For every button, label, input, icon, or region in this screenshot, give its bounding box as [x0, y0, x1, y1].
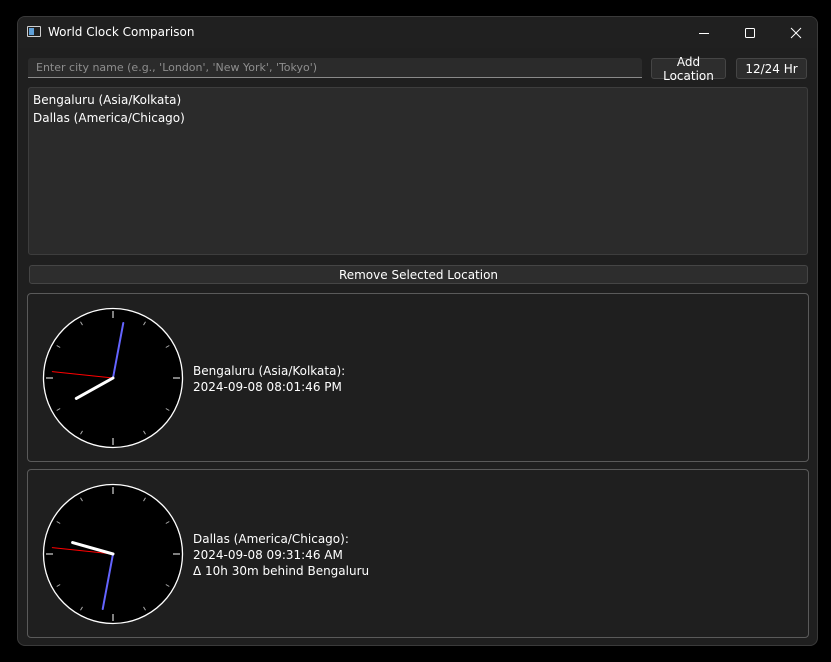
window-title: World Clock Comparison	[48, 25, 195, 39]
clock-datetime: 2024-09-08 09:31:46 AM	[193, 548, 343, 562]
clock-info: Dallas (America/Chicago): 2024-09-08 09:…	[193, 531, 369, 579]
app-window: World Clock Comparison Add Location 12/2…	[17, 16, 818, 646]
clock-face	[42, 483, 184, 625]
clock-panel-dallas: Dallas (America/Chicago): 2024-09-08 09:…	[27, 469, 809, 638]
app-icon	[27, 26, 41, 37]
time-difference: Δ 10h 30m behind Bengaluru	[193, 564, 370, 578]
list-item[interactable]: Bengaluru (Asia/Kolkata)	[33, 91, 803, 109]
analog-clock	[42, 307, 184, 449]
analog-clock	[42, 483, 184, 625]
maximize-button[interactable]	[727, 17, 773, 48]
list-item[interactable]: Dallas (America/Chicago)	[33, 109, 803, 127]
maximize-icon	[745, 27, 755, 38]
clock-face	[42, 307, 184, 449]
close-icon	[790, 27, 802, 38]
title-bar: World Clock Comparison	[18, 17, 817, 48]
location-list[interactable]: Bengaluru (Asia/Kolkata) Dallas (America…	[28, 87, 808, 255]
minimize-button[interactable]	[681, 17, 727, 48]
clock-panel-bengaluru: Bengaluru (Asia/Kolkata): 2024-09-08 08:…	[27, 293, 809, 462]
city-name-input[interactable]	[28, 58, 642, 78]
clock-datetime: 2024-09-08 08:01:46 PM	[193, 380, 342, 394]
add-location-button[interactable]: Add Location	[651, 55, 726, 83]
clock-location-label: Bengaluru (Asia/Kolkata):	[193, 364, 346, 378]
minimize-icon	[699, 32, 709, 34]
time-format-toggle-button[interactable]: 12/24 Hr	[736, 58, 807, 79]
close-button[interactable]	[773, 17, 817, 48]
remove-location-button[interactable]: Remove Selected Location	[29, 265, 808, 284]
clock-location-label: Dallas (America/Chicago):	[193, 532, 349, 546]
clock-info: Bengaluru (Asia/Kolkata): 2024-09-08 08:…	[193, 363, 345, 395]
